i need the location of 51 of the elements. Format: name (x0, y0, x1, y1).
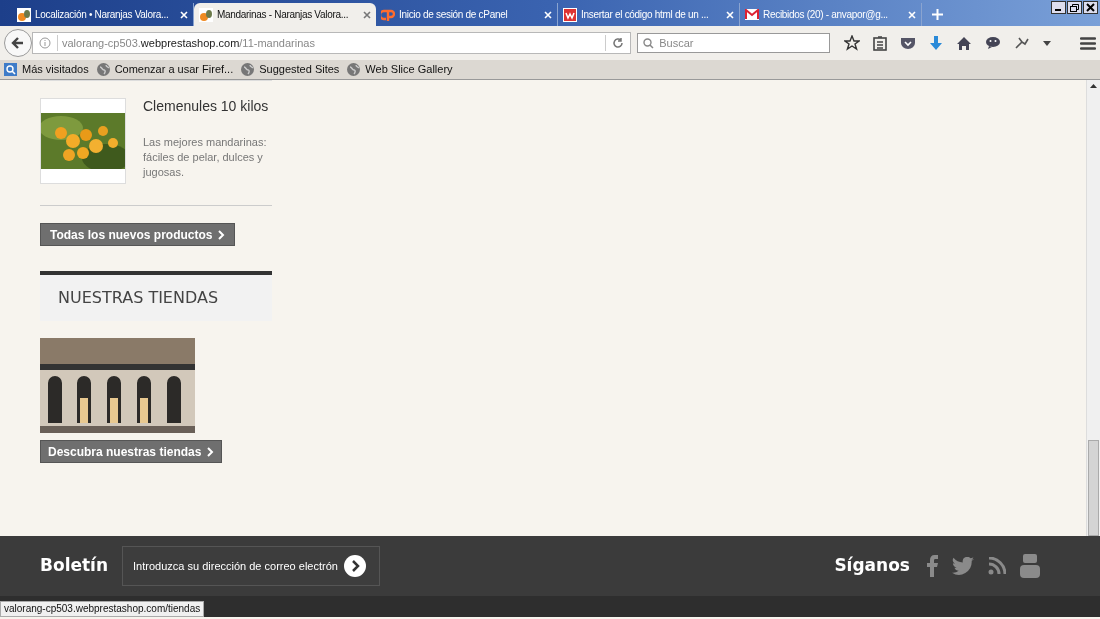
chat-icon[interactable] (985, 36, 1001, 50)
globe-icon (96, 63, 110, 76)
status-bar-url: valorang-cp503.webprestashop.com/tiendas (0, 601, 205, 617)
bookmark-item[interactable]: Más visitados (4, 61, 89, 78)
stores-button[interactable]: Descubra nuestras tiendas (40, 440, 223, 463)
section-heading: NUESTRAS TIENDAS (58, 287, 219, 309)
bookmark-item[interactable]: Suggested Sites (241, 61, 340, 78)
download-icon[interactable] (929, 35, 943, 51)
close-window-icon[interactable] (1083, 1, 1098, 14)
search-icon (643, 37, 655, 49)
new-tab-icon[interactable] (932, 9, 943, 20)
follow-title: Síganos (834, 554, 910, 578)
pocket-icon[interactable] (900, 36, 916, 50)
globe-icon (241, 63, 255, 76)
newsletter-email-field[interactable]: Introduzca su dirección de correo electrón (122, 546, 381, 586)
reload-icon[interactable] (612, 37, 625, 49)
fruit-icon (199, 7, 213, 22)
url-text: valorang-cp503.webprestashop.com/11-mandarinas (61, 35, 315, 51)
mail-icon (745, 9, 759, 20)
address-bar[interactable]: valorang-cp503.webprestashop.com/11-mandarinas (31, 32, 632, 54)
close-icon[interactable] (363, 10, 371, 19)
back-button[interactable] (4, 29, 32, 57)
cpanel-logo-icon (381, 8, 395, 21)
product-title[interactable]: Clemenules 10 kilos (143, 96, 273, 117)
scrollbar-thumb[interactable] (1088, 440, 1099, 536)
twitter-icon[interactable] (952, 557, 974, 575)
back-arrow-icon (11, 36, 25, 50)
info-icon (38, 37, 51, 49)
fruit-icon (17, 7, 31, 22)
product-thumbnail[interactable] (40, 98, 126, 184)
facebook-icon[interactable] (926, 555, 938, 577)
bookmark-item[interactable]: Comenzar a usar Firef... (96, 61, 234, 78)
home-icon[interactable] (956, 35, 972, 51)
minimize-icon[interactable] (1051, 1, 1066, 14)
bookmark-item[interactable]: Web Slice Gallery (347, 61, 453, 78)
bookmarks-icon (4, 63, 17, 76)
globe-icon (347, 63, 361, 76)
chevron-right-icon (218, 229, 226, 240)
site-logo-icon (563, 7, 577, 22)
chevron-right-icon (207, 446, 215, 457)
menu-icon[interactable] (1080, 36, 1096, 50)
rss-icon[interactable] (988, 557, 1006, 575)
search-field[interactable]: Buscar (637, 33, 830, 53)
star-icon[interactable] (844, 35, 860, 51)
restore-icon[interactable] (1067, 1, 1082, 14)
browser-tab[interactable]: Mandarinas - Naranjas Valora... (194, 3, 376, 26)
product-description: Las mejores mandarinas: fáciles de pelar, dulces y jugosas. (143, 135, 268, 180)
all-products-button[interactable]: Todas los nuevos productos (40, 223, 236, 246)
clipboard-icon[interactable] (873, 35, 887, 51)
dropdown-icon[interactable] (1043, 40, 1051, 46)
newsletter-title: Boletín (40, 554, 109, 578)
